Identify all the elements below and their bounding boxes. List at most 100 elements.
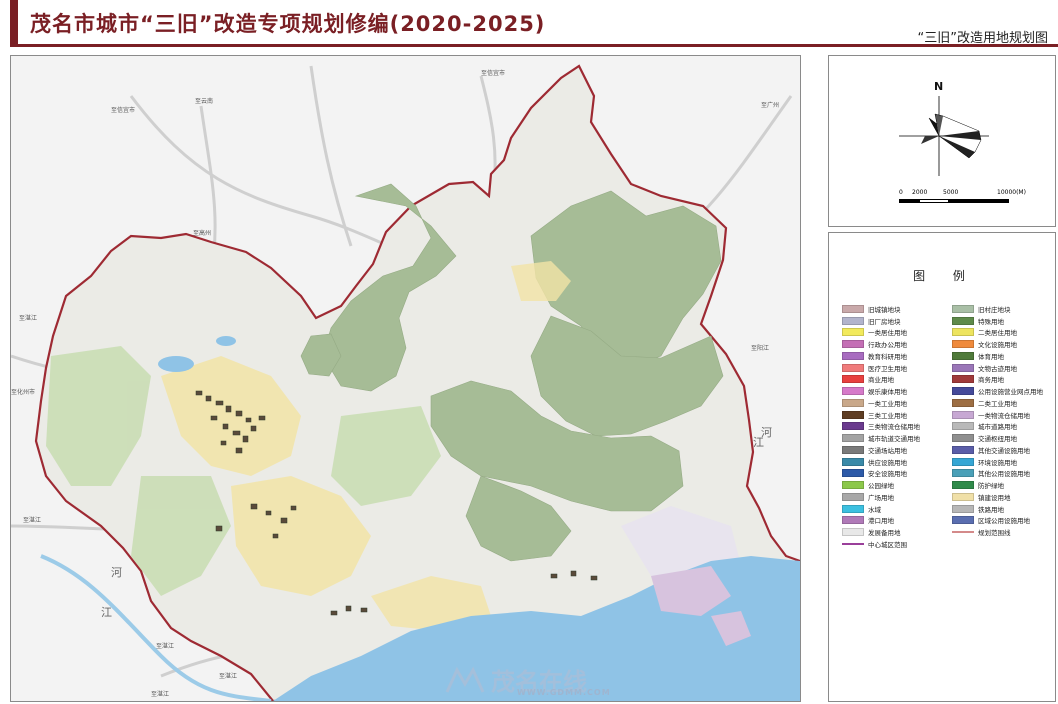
legend-swatch: [952, 504, 974, 513]
legend-swatch: [952, 445, 974, 454]
place-label: 至广州: [761, 101, 779, 109]
river-label: 江: [101, 606, 112, 619]
legend-swatch: [952, 434, 974, 443]
legend-label: 旧村庄地块: [978, 305, 1011, 314]
legend-label: 旧厂房地块: [868, 317, 901, 326]
place-label: 至湛江: [19, 315, 37, 322]
legend-label: 中心城区范围: [868, 540, 907, 549]
legend-label: 文化设施用地: [978, 341, 1017, 350]
legend-label: 三类工业用地: [868, 411, 907, 420]
header-accent-bar: [10, 0, 18, 44]
legend-swatch: [842, 410, 864, 419]
legend-item: 三类物流仓储用地: [842, 421, 952, 433]
legend-swatch: [952, 351, 974, 360]
header: 茂名市城市“三旧”改造专项规划修编(2020-2025) “三旧”改造用地规划图: [0, 0, 1058, 47]
legend-item: 广场用地: [842, 491, 952, 503]
legend-item: 医疗卫生用地: [842, 362, 952, 374]
legend-swatch: [952, 410, 974, 419]
legend-label: 发展备用地: [868, 529, 901, 538]
legend-label: 交通枢纽用地: [978, 435, 1017, 444]
legend-label: 商务用地: [978, 376, 1004, 385]
legend-label: 镇建设用地: [978, 493, 1011, 502]
legend-swatch: [952, 481, 974, 490]
legend-label: 三类物流仓储用地: [868, 423, 920, 432]
legend-swatch: [952, 375, 974, 384]
land-use-map[interactable]: 至信宜市 至广州 至信宜市 至云南 至高州 至阳江 至湛江 至湛江 至化州市 至湛江 至湛江 至湛江 …: [10, 55, 801, 702]
legend-swatch: [952, 328, 974, 337]
legend-label: 安全设施用地: [868, 470, 907, 479]
scale-seg-1: [899, 199, 919, 203]
legend-swatch: [842, 387, 864, 396]
legend-swatch: [842, 445, 864, 454]
legend-item: 教育科研用地: [842, 350, 952, 362]
legend-swatch: [952, 516, 974, 525]
legend-swatch: [842, 340, 864, 349]
header-rule: [10, 44, 1058, 47]
legend-item: 供应设施用地: [842, 456, 952, 468]
legend-swatch: [842, 422, 864, 431]
scale-bar: 0 2000 5000 10000(M): [899, 189, 1029, 213]
compass-panel: N 0 2000 5000 10000(M): [828, 55, 1056, 227]
legend-item: 区域公用设施用地: [952, 515, 1047, 527]
legend-label: 行政办公用地: [868, 341, 907, 350]
legend-swatch: [952, 531, 974, 534]
legend-item: 一类工业用地: [842, 397, 952, 409]
legend-item: 水域: [842, 503, 952, 515]
legend-item: 铁路用地: [952, 503, 1047, 515]
legend-label: 环境设施用地: [978, 458, 1017, 467]
legend-label: 其他公用设施用地: [978, 470, 1030, 479]
legend-label: 旧城镇地块: [868, 305, 901, 314]
legend-item: 环境设施用地: [952, 456, 1047, 468]
legend-label: 二类工业用地: [978, 399, 1017, 408]
legend-label: 水域: [868, 505, 881, 514]
legend-item: 镇建设用地: [952, 491, 1047, 503]
legend-item: 二类工业用地: [952, 397, 1047, 409]
legend-label: 公园绿地: [868, 482, 894, 491]
legend-swatch: [842, 304, 864, 313]
legend-swatch: [842, 363, 864, 372]
legend-swatch: [842, 328, 864, 337]
legend-label: 铁路用地: [978, 505, 1004, 514]
legend-swatch: [952, 469, 974, 478]
legend-swatch: [952, 363, 974, 372]
legend-label: 其他交通设施用地: [978, 446, 1030, 455]
legend-swatch: [952, 422, 974, 431]
legend-swatch: [842, 492, 864, 501]
legend-swatch: [842, 481, 864, 490]
legend-item: 商务用地: [952, 374, 1047, 386]
legend-label: 区域公用设施用地: [978, 517, 1030, 526]
legend-label: 交通场站用地: [868, 446, 907, 455]
legend-swatch: [952, 387, 974, 396]
legend-item: 旧厂房地块: [842, 315, 952, 327]
legend-swatch: [842, 316, 864, 325]
legend-item: 一类居住用地: [842, 327, 952, 339]
legend-swatch: [952, 340, 974, 349]
place-label: 至云南: [195, 97, 213, 105]
page-title: 茂名市城市“三旧”改造专项规划修编(2020-2025): [30, 12, 546, 36]
legend-swatch: [842, 351, 864, 360]
legend-item: 旧城镇地块: [842, 303, 952, 315]
legend-item: 港口用地: [842, 515, 952, 527]
legend-grid: 旧城镇地块 旧村庄地块 旧厂房地块 特殊用地 一类居住用地 二类居住用地 行政办公用地 文化设…: [842, 303, 1047, 550]
legend-item: 旧村庄地块: [952, 303, 1047, 315]
legend-label: 医疗卫生用地: [868, 364, 907, 373]
legend-label: 娱乐康体用地: [868, 388, 907, 397]
legend-title: 图 例: [913, 269, 977, 283]
legend-swatch: [842, 398, 864, 407]
legend-swatch: [842, 504, 864, 513]
legend-label: 广场用地: [868, 493, 894, 502]
legend-swatch: [842, 516, 864, 525]
scale-tick-1: 2000: [912, 189, 928, 196]
legend-swatch: [952, 316, 974, 325]
watermark-url: WWW.GDMM.COM: [517, 688, 611, 697]
legend-label: 规划范围线: [978, 529, 1011, 538]
legend-item: 公园绿地: [842, 479, 952, 491]
map-canvas[interactable]: 至信宜市至广州至信宜市至云南至高州至阳江至湛江至湛江至化州市至湛江至湛江至湛江 …: [11, 56, 800, 701]
legend-label: 港口用地: [868, 517, 894, 526]
legend-item: 其他公用设施用地: [952, 468, 1047, 480]
legend-swatch: [952, 304, 974, 313]
place-label: 至湛江: [156, 643, 174, 650]
legend-label: 城市道路用地: [978, 423, 1017, 432]
legend-item: 文物古迹用地: [952, 362, 1047, 374]
legend-item: 交通场站用地: [842, 444, 952, 456]
